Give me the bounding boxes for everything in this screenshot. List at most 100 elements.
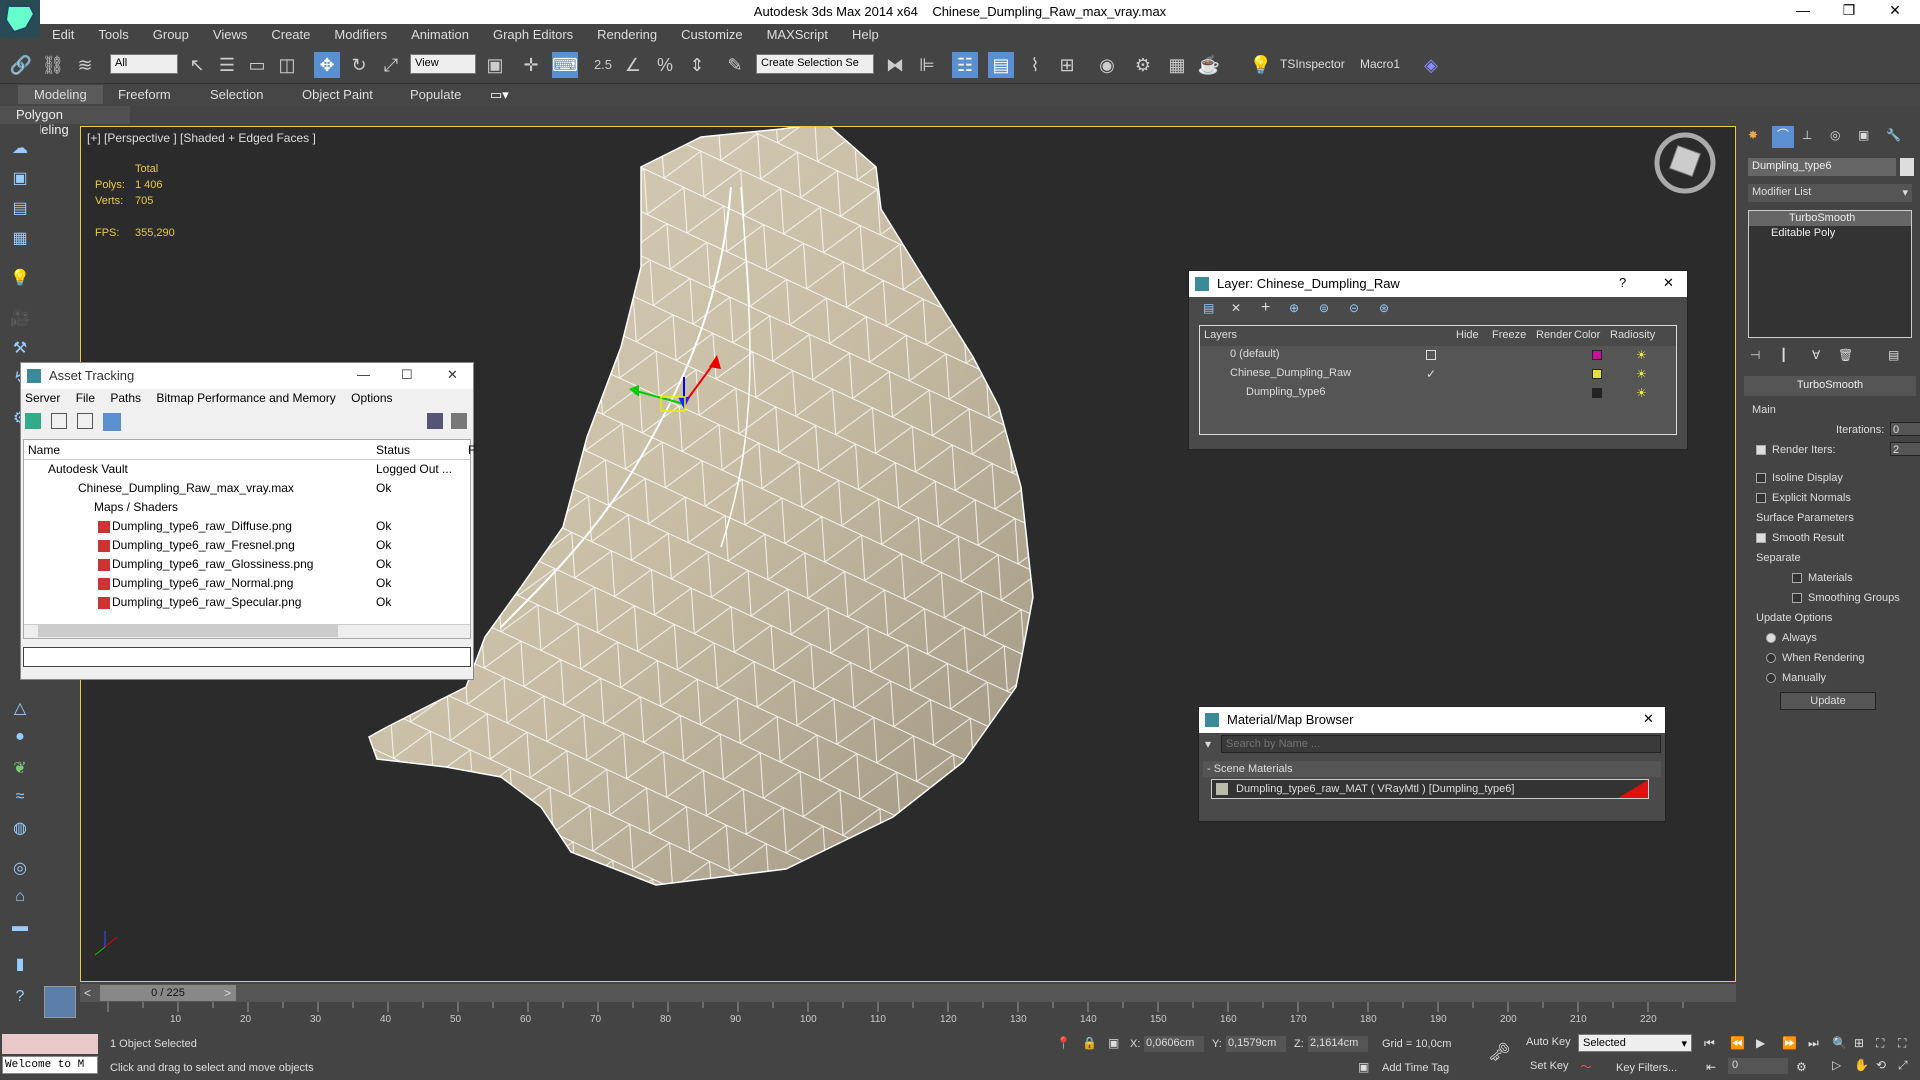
- ribbon-subtitle[interactable]: Polygon Modeling: [0, 106, 130, 137]
- mirror-icon[interactable]: ⧓: [882, 52, 908, 78]
- window-crossing-icon[interactable]: ◫: [274, 52, 300, 78]
- delete-layer-icon[interactable]: ✕: [1231, 301, 1241, 315]
- cloth-icon[interactable]: ◍: [6, 818, 34, 842]
- radiosity-icon[interactable]: ☀: [1636, 348, 1647, 362]
- when-rendering-row[interactable]: When Rendering: [1746, 648, 1914, 668]
- manually-row[interactable]: Manually: [1746, 668, 1914, 688]
- layer-row[interactable]: 0 (default) ☀: [1200, 346, 1676, 365]
- table-row[interactable]: Dumpling_type6_raw_Glossiness.png Ok: [24, 555, 470, 574]
- spinner-snap-icon[interactable]: ⇕: [684, 52, 710, 78]
- show-end-result-icon[interactable]: ┃: [1780, 348, 1787, 362]
- go-to-end-icon[interactable]: ⏭: [1808, 1036, 1819, 1051]
- col-status[interactable]: Status: [376, 443, 410, 457]
- object-name-field[interactable]: Dumpling_type6: [1748, 158, 1896, 176]
- ref-coord-dropdown[interactable]: View: [410, 54, 476, 74]
- key-icon[interactable]: 🗝: [1488, 1042, 1511, 1063]
- table-view-icon[interactable]: [103, 413, 121, 431]
- object-color-swatch[interactable]: [1900, 158, 1914, 176]
- materials-checkbox[interactable]: [1792, 573, 1802, 584]
- rendered-frame-icon[interactable]: ▦: [1164, 52, 1190, 78]
- maximize-viewport-icon[interactable]: ⤢: [1898, 1058, 1908, 1073]
- tab-freeform[interactable]: Freeform: [118, 87, 171, 102]
- ribbon-options-icon[interactable]: ▭▾: [490, 87, 509, 103]
- explicit-normals-checkbox[interactable]: [1756, 493, 1766, 504]
- new-layer-icon[interactable]: ▤: [1203, 301, 1214, 315]
- col-layers[interactable]: Layers: [1204, 329, 1237, 341]
- schematic-view-icon[interactable]: ⊞: [1054, 52, 1080, 78]
- select-object-icon[interactable]: ↖: [184, 52, 210, 78]
- percent-snap-icon[interactable]: %: [652, 52, 678, 78]
- material-item[interactable]: Dumpling_type6_raw_MAT ( VRayMtl ) [Dump…: [1211, 779, 1649, 799]
- globe-icon[interactable]: ◎: [6, 858, 34, 882]
- render-iters-checkbox[interactable]: [1756, 445, 1766, 456]
- curve-editor-icon[interactable]: ⌇: [1022, 52, 1048, 78]
- table-row[interactable]: Dumpling_type6_raw_Specular.png Ok: [24, 593, 470, 612]
- maxscript-listener-field[interactable]: [2, 1034, 98, 1054]
- set-key-icon[interactable]: 〜: [1580, 1058, 1592, 1075]
- zoom-icon[interactable]: 🔍: [1832, 1036, 1847, 1050]
- menu-views[interactable]: Views: [201, 24, 259, 45]
- menu-edit[interactable]: Edit: [40, 24, 86, 45]
- asset-settings-icon[interactable]: [451, 413, 467, 429]
- pivot-icon[interactable]: ▣: [482, 52, 508, 78]
- menu-help[interactable]: Help: [840, 24, 891, 45]
- table-row[interactable]: Autodesk Vault Logged Out ...: [24, 460, 470, 479]
- explicit-row[interactable]: Explicit Normals: [1746, 488, 1914, 508]
- asset-minimize-button[interactable]: —: [357, 367, 370, 382]
- isoline-checkbox[interactable]: [1756, 473, 1766, 484]
- asset-menu-file[interactable]: File: [76, 391, 95, 405]
- unlink-icon[interactable]: ⛓: [40, 52, 66, 78]
- lock-selection-icon[interactable]: 🔒: [1082, 1036, 1097, 1050]
- select-layer-icon[interactable]: ⊕: [1289, 301, 1299, 315]
- track-bar[interactable]: 10 20 30 40 50 60 70 80 90 100 110 120 130 140 150 160 1…: [80, 1002, 1736, 1028]
- table-row[interactable]: Maps / Shaders: [24, 498, 470, 517]
- z-coord-field[interactable]: 2,1614cm: [1308, 1036, 1368, 1052]
- macro-label[interactable]: Macro1: [1360, 57, 1400, 71]
- grid-icon[interactable]: ▦: [6, 228, 34, 252]
- auto-key-button[interactable]: Auto Key: [1526, 1036, 1571, 1048]
- asset-menu-bitmap[interactable]: Bitmap Performance and Memory: [156, 391, 335, 405]
- table-row[interactable]: Dumpling_type6_raw_Diffuse.png Ok: [24, 517, 470, 536]
- remove-modifier-icon[interactable]: 🗑: [1838, 348, 1853, 362]
- smoothing-groups-checkbox[interactable]: [1792, 593, 1802, 604]
- asset-close-button[interactable]: ✕: [447, 367, 458, 383]
- asset-menu-options[interactable]: Options: [351, 391, 392, 405]
- maximize-button[interactable]: ❐: [1826, 2, 1872, 19]
- prev-frame-icon[interactable]: <: [84, 986, 91, 1000]
- col-color[interactable]: Color: [1574, 329, 1600, 341]
- select-by-name-icon[interactable]: ☰: [214, 52, 240, 78]
- rotate-icon[interactable]: ↻: [346, 52, 372, 78]
- scene-explorer-icon[interactable]: ▣: [6, 168, 34, 192]
- asset-help-icon[interactable]: [427, 413, 443, 429]
- layer-row[interactable]: Chinese_Dumpling_Raw ✓ ☀: [1200, 365, 1676, 384]
- menu-rendering[interactable]: Rendering: [585, 24, 669, 45]
- time-slider[interactable]: < 0 / 225 >: [80, 984, 1736, 1002]
- zoom-all-icon[interactable]: ⊞: [1854, 1036, 1864, 1050]
- always-row[interactable]: Always: [1746, 628, 1914, 648]
- col-render[interactable]: Render: [1536, 329, 1572, 341]
- radiosity-icon[interactable]: ☀: [1636, 386, 1647, 400]
- scene-materials-group[interactable]: - Scene Materials: [1203, 761, 1661, 777]
- viewcube-icon[interactable]: [1649, 127, 1721, 199]
- smooth-result-row[interactable]: Smooth Result: [1746, 528, 1914, 548]
- snap-toggle-icon[interactable]: 2.5: [590, 52, 616, 78]
- named-selection-dropdown[interactable]: Create Selection Se: [756, 54, 874, 74]
- tab-populate[interactable]: Populate: [410, 87, 461, 102]
- asset-menu-paths[interactable]: Paths: [110, 391, 141, 405]
- render-iters-spinner[interactable]: 2: [1890, 442, 1920, 456]
- freeze-all-icon[interactable]: ⊛: [1379, 301, 1389, 315]
- scale-icon[interactable]: ⤢: [378, 52, 404, 78]
- edit-named-selection-icon[interactable]: ✎: [722, 52, 748, 78]
- layer-color-swatch[interactable]: [1592, 350, 1602, 360]
- macro-icon[interactable]: ◈: [1418, 52, 1444, 78]
- update-button[interactable]: Update: [1780, 692, 1876, 710]
- menu-animation[interactable]: Animation: [399, 24, 481, 45]
- configure-sets-icon[interactable]: ▤: [1888, 348, 1899, 362]
- highlight-layer-icon[interactable]: ⊜: [1319, 301, 1329, 315]
- y-coord-field[interactable]: 0,1579cm: [1226, 1036, 1286, 1052]
- table-row[interactable]: Chinese_Dumpling_Raw_max_vray.max Ok: [24, 479, 470, 498]
- isolate-icon[interactable]: 📍: [1056, 1036, 1071, 1050]
- teapot-icon[interactable]: ☁: [6, 138, 34, 162]
- close-window-button[interactable]: ✕: [1872, 2, 1918, 19]
- layer-color-swatch[interactable]: [1592, 388, 1602, 398]
